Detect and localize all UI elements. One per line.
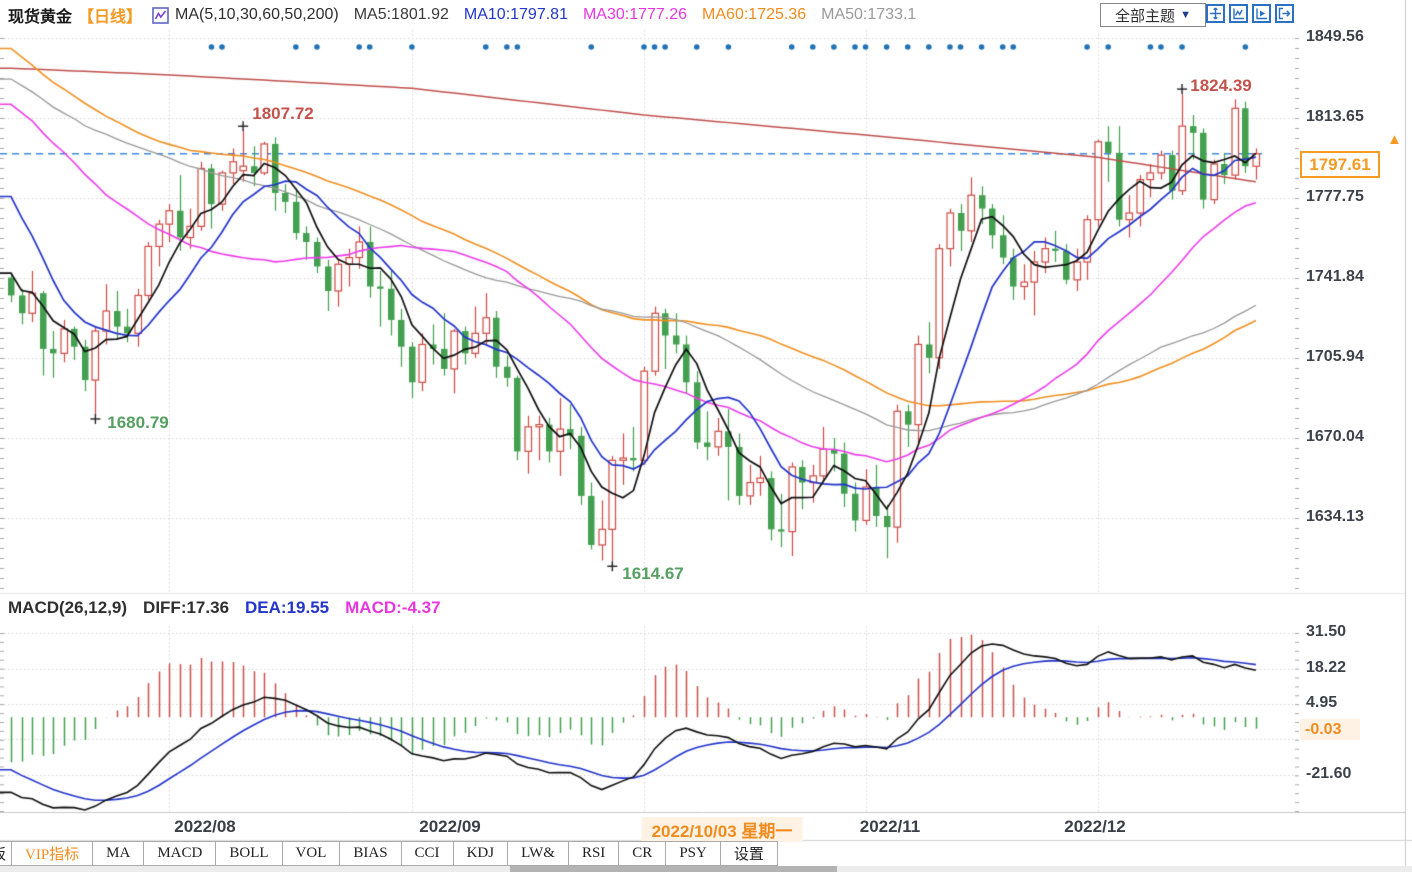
ma-legend-item: MA(5,10,30,60,50,200) xyxy=(175,6,339,23)
theme-selector-button[interactable]: 全部主题 ▼ xyxy=(1100,3,1206,27)
price-annotation: 1680.79 xyxy=(107,413,168,433)
x-axis-label: 2022/11 xyxy=(860,817,921,837)
ma-legend-item: MA5:1801.92 xyxy=(354,6,449,23)
horizontal-scrollbar[interactable] xyxy=(0,866,1412,872)
macd-axis-label: -21.60 xyxy=(1306,765,1351,783)
price-annotation: 1614.67 xyxy=(622,564,683,584)
price-annotation: 1824.39 xyxy=(1190,76,1251,96)
trading-chart-app: 现货黄金 【日线】 MA(5,10,30,60,50,200) MA5:1801.… xyxy=(0,0,1412,872)
macd-header-item: DIFF:17.36 xyxy=(143,598,229,617)
crosshair-date-label: 2022/10/03 星期一 xyxy=(642,817,803,842)
ma-legend-item: MA30:1777.26 xyxy=(583,6,687,23)
x-axis-label: 2022/12 xyxy=(1064,817,1125,837)
tab-ma[interactable]: MA xyxy=(92,841,144,866)
macd-current-tag: -0.03 xyxy=(1300,719,1360,740)
tab-rsi[interactable]: RSI xyxy=(568,841,619,866)
price-axis-label: 1741.84 xyxy=(1306,268,1364,286)
tab-psy[interactable]: PSY xyxy=(665,841,721,866)
indicator-tabbar: 板 VIP指标MAMACDBOLLVOLBIASCCIKDJLW&RSICRPS… xyxy=(0,841,778,866)
price-axis-label: 1634.13 xyxy=(1306,508,1364,526)
price-axis-label: 1705.94 xyxy=(1306,348,1364,366)
price-annotation: 1807.72 xyxy=(252,104,313,124)
tab-partial-label: 板 xyxy=(0,843,6,864)
ma-legend-item: MA50:1733.1 xyxy=(821,6,916,23)
tab-boll[interactable]: BOLL xyxy=(215,841,282,866)
period-label: 【日线】 xyxy=(78,3,142,27)
price-axis-label: 1777.75 xyxy=(1306,188,1364,206)
macd-header-item: DEA:19.55 xyxy=(245,598,329,617)
macd-header-item: MACD:-4.37 xyxy=(345,598,440,617)
chevron-down-icon: ▼ xyxy=(1180,9,1191,21)
axis-scale-icon[interactable] xyxy=(1229,4,1248,23)
tab-settings[interactable]: 设置 xyxy=(720,841,778,866)
ma-legend-item: MA10:1797.81 xyxy=(464,6,568,23)
export-icon[interactable] xyxy=(1275,4,1294,23)
indicator-icon xyxy=(152,7,169,24)
price-axis-label: 1849.56 xyxy=(1306,28,1364,46)
pan-icon[interactable] xyxy=(1206,4,1225,23)
price-axis-label: 1670.04 xyxy=(1306,428,1364,446)
tab-vol[interactable]: VOL xyxy=(282,841,341,866)
price-axis-label: 1813.65 xyxy=(1306,108,1364,126)
theme-selector-label: 全部主题 xyxy=(1115,5,1175,26)
macd-axis-label: 4.95 xyxy=(1306,694,1337,712)
chart-toolbar xyxy=(1206,4,1294,23)
tab-cr[interactable]: CR xyxy=(618,841,666,866)
macd-axis-label: 18.22 xyxy=(1306,659,1346,677)
macd-axis-label: 31.50 xyxy=(1306,623,1346,641)
ma-legend-item: MA60:1725.36 xyxy=(702,6,806,23)
scrollbar-thumb[interactable] xyxy=(510,866,837,872)
tab-vip[interactable]: VIP指标 xyxy=(11,841,93,866)
tab-bias[interactable]: BIAS xyxy=(339,841,401,866)
tab-kdj[interactable]: KDJ xyxy=(453,841,509,866)
x-axis-label: 2022/09 xyxy=(419,817,480,837)
playback-icon[interactable] xyxy=(1252,4,1271,23)
price-up-arrow-icon: ▲ xyxy=(1387,131,1402,148)
ma-legend: MA(5,10,30,60,50,200) MA5:1801.92 MA10:179… xyxy=(175,6,931,24)
tab-macd[interactable]: MACD xyxy=(143,841,216,866)
tab-cci[interactable]: CCI xyxy=(401,841,454,866)
current-price-tag: 1797.61 xyxy=(1300,151,1380,178)
macd-header: MACD(26,12,9) DIFF:17.36 DEA:19.55 MACD:-4.… xyxy=(8,598,457,618)
x-axis-label: 2022/08 xyxy=(174,817,235,837)
macd-header-item: MACD(26,12,9) xyxy=(8,598,127,617)
chart-header: 现货黄金 【日线】 MA(5,10,30,60,50,200) MA5:1801.… xyxy=(8,3,931,27)
instrument-title: 现货黄金 xyxy=(8,3,72,27)
tab-lw[interactable]: LW& xyxy=(507,841,569,866)
chart-canvas[interactable] xyxy=(0,0,1412,872)
